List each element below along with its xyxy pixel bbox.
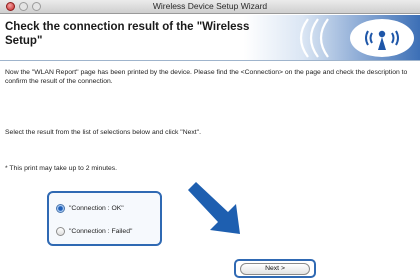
radio-selected-icon[interactable] [56, 204, 65, 213]
page-title: Check the connection result of the "Wire… [5, 21, 250, 47]
option-ok-label[interactable]: "Connection : OK" [69, 205, 124, 212]
select-prompt-text: Select the result from the list of selec… [5, 129, 201, 136]
wireless-logo-icon [299, 18, 414, 58]
title-bar: Wireless Device Setup Wizard [0, 0, 420, 14]
pointer-arrow-icon [188, 182, 240, 234]
option-failed-label[interactable]: "Connection : Failed" [69, 228, 132, 235]
result-options-group: "Connection : OK" "Connection : Failed" [47, 191, 162, 246]
instructions-text: Now the "WLAN Report" page has been prin… [5, 69, 408, 85]
option-connection-failed[interactable]: "Connection : Failed" [56, 227, 132, 236]
next-button[interactable]: Next > [240, 263, 310, 275]
wizard-header: Check the connection result of the "Wire… [0, 15, 420, 61]
radio-unselected-icon[interactable] [56, 227, 65, 236]
note-text: * This print may take up to 2 minutes. [5, 165, 118, 172]
window-title: Wireless Device Setup Wizard [152, 1, 268, 11]
option-connection-ok[interactable]: "Connection : OK" [56, 204, 124, 213]
next-button-highlight: Next > [234, 259, 316, 278]
